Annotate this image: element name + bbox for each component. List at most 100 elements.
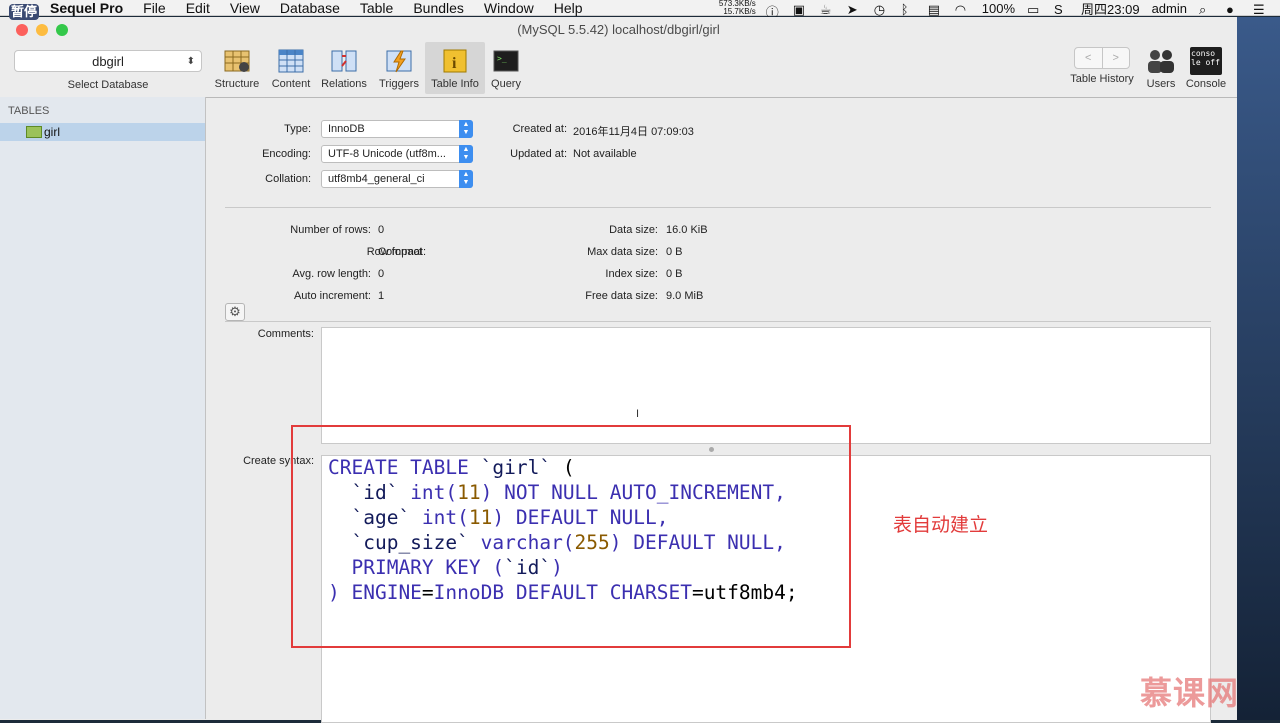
console-icon: conso le off bbox=[1190, 47, 1222, 75]
svg-text:i: i bbox=[452, 55, 457, 72]
back-arrow-icon[interactable]: < bbox=[1075, 48, 1103, 68]
sql-token: 255 bbox=[574, 531, 610, 554]
battery-menu-icon[interactable]: ▤ bbox=[928, 2, 943, 17]
triggers-icon bbox=[385, 47, 413, 75]
menu-window[interactable]: Window bbox=[484, 0, 534, 16]
auto-increment-value: 1 bbox=[378, 290, 385, 302]
siri-icon[interactable]: ● bbox=[1226, 2, 1241, 17]
clock[interactable]: 周四23:09 bbox=[1081, 0, 1140, 18]
sql-token: `girl` bbox=[480, 456, 552, 479]
table-info-panel: Type: InnoDB ▲ ▼ Encoding: UTF-8 Unicode … bbox=[207, 97, 1237, 723]
select-stepper-icon: ▲ ▼ bbox=[459, 145, 473, 163]
user-name[interactable]: admin bbox=[1152, 1, 1187, 16]
sql-token: int( bbox=[421, 506, 469, 529]
sidebar-item-girl[interactable]: girl bbox=[0, 123, 205, 141]
create-syntax-code: CREATE TABLE `girl` ( `id` int(11) NOT N… bbox=[328, 455, 798, 605]
rows-value: 0 bbox=[378, 224, 385, 236]
menu-table[interactable]: Table bbox=[360, 0, 393, 16]
create-syntax-label: Create syntax: bbox=[243, 455, 314, 467]
screen-icon[interactable]: ▣ bbox=[793, 2, 808, 17]
cup-icon[interactable]: ☕ bbox=[820, 2, 835, 17]
relations-label: Relations bbox=[321, 78, 367, 90]
gear-icon[interactable]: ⚙ bbox=[225, 303, 245, 321]
sql-token: InnoDB DEFAULT CHARSET bbox=[433, 581, 692, 604]
info-icon[interactable]: ⓘ bbox=[766, 2, 781, 20]
triggers-button[interactable]: Triggers bbox=[376, 47, 422, 90]
battery-percent[interactable]: 100% bbox=[982, 1, 1015, 16]
content-icon bbox=[277, 47, 305, 75]
spotlight-icon[interactable]: ⌕ bbox=[1199, 2, 1214, 17]
wifi-icon[interactable]: ◠ bbox=[955, 2, 970, 17]
table-history-label: Table History bbox=[1070, 73, 1134, 85]
battery-icon[interactable]: ▭ bbox=[1027, 2, 1042, 17]
sql-token: =utf8mb4; bbox=[691, 581, 798, 604]
database-select-label: Select Database bbox=[67, 79, 149, 91]
table-history-button[interactable]: < > Table History bbox=[1067, 47, 1137, 85]
free-data-value: 9.0 MiB bbox=[666, 290, 704, 302]
sql-token: = bbox=[421, 581, 434, 604]
comments-textarea[interactable]: I bbox=[321, 327, 1211, 444]
menu-app-name[interactable]: Sequel Pro bbox=[50, 0, 123, 16]
sql-token: ) DEFAULT NULL, bbox=[609, 531, 786, 554]
table-info-button[interactable]: i Table Info bbox=[425, 42, 485, 94]
collation-select[interactable]: utf8mb4_general_ci ▲ ▼ bbox=[321, 170, 473, 188]
free-data-label: Free data size: bbox=[585, 290, 658, 302]
watermark-logo: 慕课网 bbox=[1140, 675, 1240, 711]
users-button[interactable]: Users bbox=[1143, 47, 1179, 90]
encoding-select-value: UTF-8 Unicode (utf8m... bbox=[328, 148, 446, 160]
sql-token: `age` bbox=[328, 506, 422, 529]
status-area: 573.3KB/s 15.7KB/s ⓘ ▣ ☕ ➤ ◷ ᛒ ▤ ◠ 100% … bbox=[719, 0, 1280, 20]
content-button[interactable]: Content bbox=[268, 47, 314, 90]
sql-token: ) DEFAULT NULL, bbox=[492, 506, 669, 529]
database-select[interactable]: dbgirl ⬍ bbox=[14, 50, 202, 72]
menu-database[interactable]: Database bbox=[280, 0, 340, 16]
history-nav: < > bbox=[1074, 47, 1130, 69]
split-handle[interactable] bbox=[709, 447, 714, 452]
sql-token: ( bbox=[551, 456, 575, 479]
database-select-value: dbgirl bbox=[92, 54, 124, 69]
menu-file[interactable]: File bbox=[143, 0, 166, 16]
send-icon[interactable]: ➤ bbox=[847, 2, 862, 17]
sogou-icon[interactable]: S bbox=[1054, 2, 1069, 17]
users-icon bbox=[1145, 47, 1177, 75]
comments-label: Comments: bbox=[257, 328, 314, 340]
menu-help[interactable]: Help bbox=[554, 0, 583, 16]
max-data-label: Max data size: bbox=[587, 246, 658, 258]
auto-increment-label: Auto increment: bbox=[293, 290, 371, 302]
select-stepper-icon: ▲ ▼ bbox=[459, 170, 473, 188]
index-size-value: 0 B bbox=[666, 268, 683, 280]
pause-badge: 暂停 bbox=[9, 4, 40, 20]
encoding-select[interactable]: UTF-8 Unicode (utf8m... ▲ ▼ bbox=[321, 145, 473, 163]
menu-bar: Sequel Pro File Edit View Database Table… bbox=[0, 0, 1280, 20]
relations-button[interactable]: Relations bbox=[320, 47, 368, 90]
notification-center-icon[interactable]: ☰ bbox=[1253, 2, 1268, 17]
toolbar: dbgirl ⬍ Select Database Structure Conte… bbox=[0, 17, 1237, 98]
updated-label: Updated at: bbox=[510, 148, 567, 160]
index-size-label: Index size: bbox=[605, 268, 658, 280]
structure-button[interactable]: Structure bbox=[212, 47, 262, 90]
console-button[interactable]: conso le off Console bbox=[1184, 47, 1228, 90]
type-select[interactable]: InnoDB ▲ ▼ bbox=[321, 120, 473, 138]
table-info-label: Table Info bbox=[431, 78, 479, 90]
bluetooth-icon[interactable]: ᛒ bbox=[901, 2, 916, 17]
sql-line: `id` int(11) NOT NULL AUTO_INCREMENT, bbox=[328, 480, 798, 505]
max-data-value: 0 B bbox=[666, 246, 683, 258]
menu-bundles[interactable]: Bundles bbox=[413, 0, 464, 16]
sql-line: `age` int(11) DEFAULT NULL, bbox=[328, 505, 798, 530]
menu-view[interactable]: View bbox=[230, 0, 260, 16]
table-info-icon: i bbox=[441, 47, 469, 75]
sidebar-heading: TABLES bbox=[8, 105, 50, 117]
data-size-label: Data size: bbox=[609, 224, 658, 236]
sql-token: 11 bbox=[457, 481, 481, 504]
select-arrows-icon: ⬍ bbox=[186, 56, 195, 67]
network-speed: 573.3KB/s 15.7KB/s bbox=[719, 0, 756, 16]
query-button[interactable]: >_ Query bbox=[489, 47, 523, 90]
terminal-icon: >_ bbox=[492, 47, 520, 75]
users-label: Users bbox=[1146, 78, 1176, 90]
sql-line: CREATE TABLE `girl` ( bbox=[328, 455, 798, 480]
sidebar: TABLES girl bbox=[0, 97, 206, 719]
structure-icon bbox=[223, 47, 251, 75]
forward-arrow-icon[interactable]: > bbox=[1103, 48, 1130, 68]
time-machine-icon[interactable]: ◷ bbox=[874, 2, 889, 17]
menu-edit[interactable]: Edit bbox=[186, 0, 210, 16]
